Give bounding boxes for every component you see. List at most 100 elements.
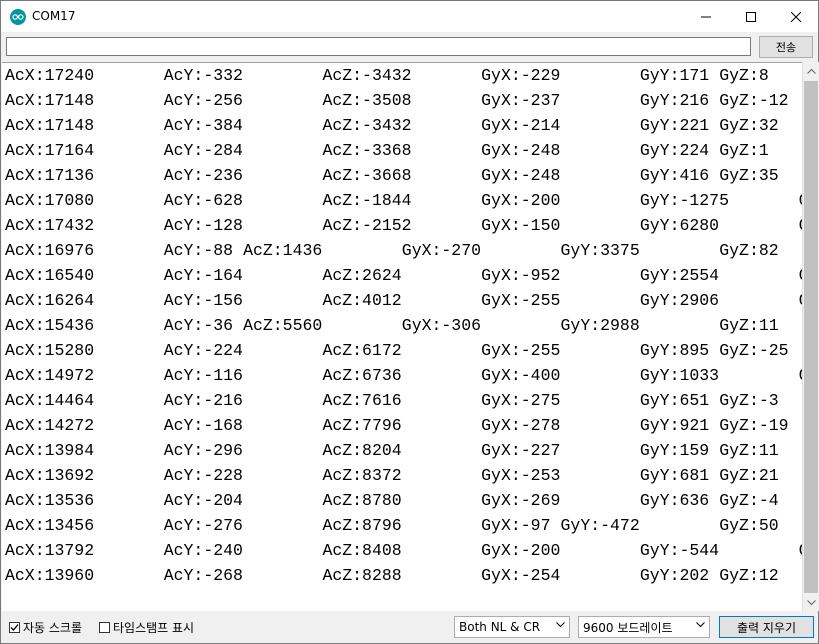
output-value: GyZ:35 [719, 166, 779, 185]
output-value: GyZ:-4 [719, 491, 779, 510]
output-value: AcX:13692 [5, 466, 95, 485]
clear-output-button[interactable]: 출력 지우기 [719, 616, 814, 638]
line-ending-value: Both NL & CR [459, 620, 541, 634]
vertical-scrollbar[interactable] [802, 62, 819, 611]
output-value: AcZ:7796 [322, 416, 402, 435]
output-value: AcX:15280 [5, 341, 95, 360]
output-value: GyY:221 [639, 116, 710, 135]
output-value: GyY:1033 [639, 366, 720, 385]
output-value: AcX:13960 [5, 566, 95, 585]
baud-rate-select[interactable]: 9600 보드레이트 [578, 616, 710, 638]
timestamp-toggle[interactable]: 타임스탬프 표시 [99, 619, 194, 635]
output-value: GyY:202 [639, 566, 710, 585]
output-value: AcX:14464 [5, 391, 95, 410]
output-value: AcZ:8408 [322, 541, 402, 560]
output-value: AcZ:4012 [322, 291, 402, 310]
output-value: GyY:921 [639, 416, 710, 435]
autoscroll-checkbox[interactable] [9, 621, 20, 633]
output-value: AcY:-204 [163, 491, 243, 510]
output-value: GyX:-255 [481, 291, 561, 310]
line-ending-select[interactable]: Both NL & CR [454, 616, 570, 638]
status-bar: 자동 스크롤 타임스탬프 표시 Both NL & CR 9600 보드레이트 … [1, 611, 818, 643]
output-value: GyX:-150 [481, 216, 561, 235]
output-value: GyZ:11 [719, 441, 779, 460]
output-value: GyY:2906 [639, 291, 720, 310]
output-value: GyY:216 [639, 91, 710, 110]
output-value: GyX:-278 [481, 416, 561, 435]
output-value: GyX:-248 [481, 141, 561, 160]
output-value: GyZ:-19 [719, 416, 789, 435]
chevron-down-icon [807, 599, 816, 605]
output-value: AcZ:8372 [322, 466, 402, 485]
send-toolbar: 전송 [1, 32, 818, 62]
output-value: AcX:13456 [5, 516, 95, 535]
output-value: AcX:14972 [5, 366, 95, 385]
output-value: GyZ:11 [719, 316, 779, 335]
close-button[interactable] [773, 1, 818, 32]
timestamp-checkbox[interactable] [99, 621, 110, 633]
output-value: GyY:895 [639, 341, 710, 360]
output-value: GyZ:50 [719, 516, 779, 535]
output-value: GyX:-200 [481, 541, 561, 560]
output-value: AcX:17148 [5, 91, 95, 110]
output-value: AcY:-296 [163, 441, 243, 460]
output-value: AcY:-284 [163, 141, 243, 160]
output-value: AcY:-224 [163, 341, 243, 360]
chevron-up-icon [807, 68, 816, 74]
output-value: GyX:-254 [481, 566, 561, 585]
output-value: GyX:-200 [481, 191, 561, 210]
output-value: AcY:-276 [163, 516, 243, 535]
output-value: AcZ:-3668 [322, 166, 412, 185]
minimize-button[interactable] [683, 1, 728, 32]
output-value: AcX:15436 [5, 316, 95, 335]
output-value: AcY:-36 [163, 316, 234, 335]
scroll-thumb[interactable] [804, 81, 818, 593]
send-input[interactable] [6, 37, 751, 56]
output-value: AcX:13984 [5, 441, 95, 460]
output-value: AcY:-164 [163, 266, 243, 285]
chevron-down-icon [696, 622, 705, 628]
output-value: AcX:17148 [5, 116, 95, 135]
output-value: AcZ:8780 [322, 491, 402, 510]
output-value: AcX:13792 [5, 541, 95, 560]
output-value: GyY:2988 [560, 316, 640, 335]
output-value: AcX:17164 [5, 141, 95, 160]
timestamp-label: 타임스탬프 표시 [113, 620, 195, 635]
output-value: GyX:-306 [401, 316, 482, 335]
output-value: GyX:-400 [481, 366, 561, 385]
output-value: AcY:-116 [163, 366, 243, 385]
scroll-up-button[interactable] [803, 62, 819, 79]
output-value: AcY:-216 [163, 391, 243, 410]
output-value: GyZ:82 [719, 241, 779, 260]
output-value: GyX:-275 [481, 391, 561, 410]
send-button[interactable]: 전송 [759, 36, 813, 58]
output-value: GyY:3375 [560, 241, 640, 260]
output-value: AcY:-88 [163, 241, 234, 260]
baud-rate-value: 9600 보드레이트 [583, 620, 673, 635]
output-value: GyY:636 [639, 491, 710, 510]
output-value: GyY:171 [639, 66, 710, 85]
output-value: GyX:-214 [481, 116, 561, 135]
output-value: AcY:-332 [163, 66, 243, 85]
output-value: GyZ:8 [719, 66, 769, 85]
serial-output[interactable]: AcX:17240 AcY:-332 AcZ:-3432 GyX:-229 GyY:17… [2, 62, 802, 612]
arduino-icon [10, 9, 26, 25]
title-bar[interactable]: COM17 [1, 1, 818, 32]
output-value: GyX:-248 [481, 166, 561, 185]
output-value: GyZ:32 [719, 116, 779, 135]
output-value: GyZ:-12 [719, 91, 789, 110]
output-value: AcZ:-2152 [322, 216, 412, 235]
output-value: AcX:16976 [5, 241, 95, 260]
scroll-down-button[interactable] [803, 594, 819, 611]
output-value: GyZ:12 [719, 566, 779, 585]
output-value: AcX:16540 [5, 266, 95, 285]
output-value: AcX:17136 [5, 166, 95, 185]
output-value: AcZ:8204 [322, 441, 402, 460]
output-value: GyX:-270 [401, 241, 482, 260]
output-value: GyX:-229 [481, 66, 561, 85]
output-value: AcY:-168 [163, 416, 243, 435]
output-value: AcZ:-1844 [322, 191, 412, 210]
output-value: GyY:159 [639, 441, 710, 460]
maximize-button[interactable] [728, 1, 773, 32]
autoscroll-toggle[interactable]: 자동 스크롤 [9, 619, 82, 635]
